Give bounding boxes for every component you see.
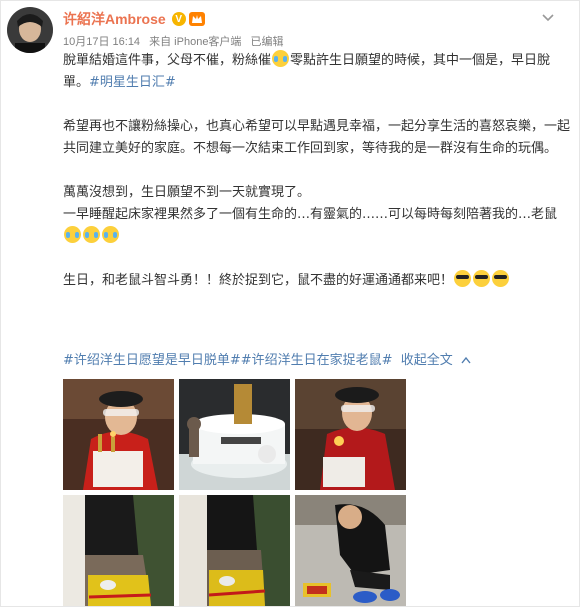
photo-thumbnail-5[interactable] xyxy=(179,495,290,606)
author-name[interactable]: 许紹洋Ambrose xyxy=(63,9,166,29)
paragraph-1: 脫單結婚這件事，父母不催，粉絲催 零點許生日願望的時候，其中一個是，早日脫單。#明… xyxy=(63,50,571,94)
chevron-up-icon xyxy=(461,356,471,364)
photo-thumbnail-6[interactable] xyxy=(295,495,406,606)
hashtag-row: #许绍洋生日愿望是早日脱单##许绍洋生日在家捉老鼠# 收起全文 xyxy=(63,351,573,371)
post-header: 许紹洋Ambrose V 10月17日 16:14 来自 iPhone客户端 已… xyxy=(63,9,569,49)
sunglasses-emoji-icon xyxy=(454,270,472,287)
paragraph-3-line2: 一早睡醒起床家裡果然多了一個有生命的…有靈氣的……可以每時每刻陪著我的…老鼠 xyxy=(63,204,571,248)
paragraph-3-line1: 萬萬沒想到，生日願望不到一天就實現了。 xyxy=(63,185,311,200)
paragraph-2: 希望再也不讓粉絲操心，也真心希望可以早點遇見幸福，一起分享生活的喜怒哀樂，一起共… xyxy=(63,119,571,156)
tears-of-joy-emoji-icon xyxy=(102,226,119,243)
tears-of-joy-emoji-icon xyxy=(64,226,81,243)
post-meta: 10月17日 16:14 来自 iPhone客户端 已编辑 xyxy=(63,33,569,49)
chevron-down-icon[interactable] xyxy=(541,11,555,25)
member-level-badge-icon[interactable] xyxy=(188,12,205,26)
photo-thumbnail-1[interactable] xyxy=(63,379,174,490)
topic-link[interactable]: #明星生日汇# xyxy=(89,75,176,90)
avatar[interactable] xyxy=(7,7,53,53)
sunglasses-emoji-icon xyxy=(473,270,491,287)
collapse-button[interactable]: 收起全文 xyxy=(401,353,471,368)
paragraph-4: 生日，和老鼠斗智斗勇！！終於捉到它，鼠不盡的好運通通都来吧！ xyxy=(63,270,571,292)
weibo-post-card: 许紹洋Ambrose V 10月17日 16:14 来自 iPhone客户端 已… xyxy=(0,0,580,607)
post-date[interactable]: 10月17日 16:14 xyxy=(63,36,140,48)
post-source: 来自 iPhone客户端 xyxy=(149,36,242,48)
verified-badge: V xyxy=(171,12,186,26)
photo-thumbnail-3[interactable] xyxy=(295,379,406,490)
edited-label[interactable]: 已编辑 xyxy=(251,36,284,48)
sunglasses-emoji-icon xyxy=(492,270,510,287)
photo-thumbnail-2[interactable] xyxy=(179,379,290,490)
post-body: 脫單結婚這件事，父母不催，粉絲催 零點許生日願望的時候，其中一個是，早日脫單。#明… xyxy=(63,50,571,292)
sweat-smile-emoji-icon xyxy=(272,50,290,67)
hashtag-links[interactable]: #许绍洋生日愿望是早日脱单##许绍洋生日在家捉老鼠# xyxy=(63,353,393,368)
photo-thumbnail-4[interactable] xyxy=(63,495,174,606)
tears-of-joy-emoji-icon xyxy=(83,226,100,243)
